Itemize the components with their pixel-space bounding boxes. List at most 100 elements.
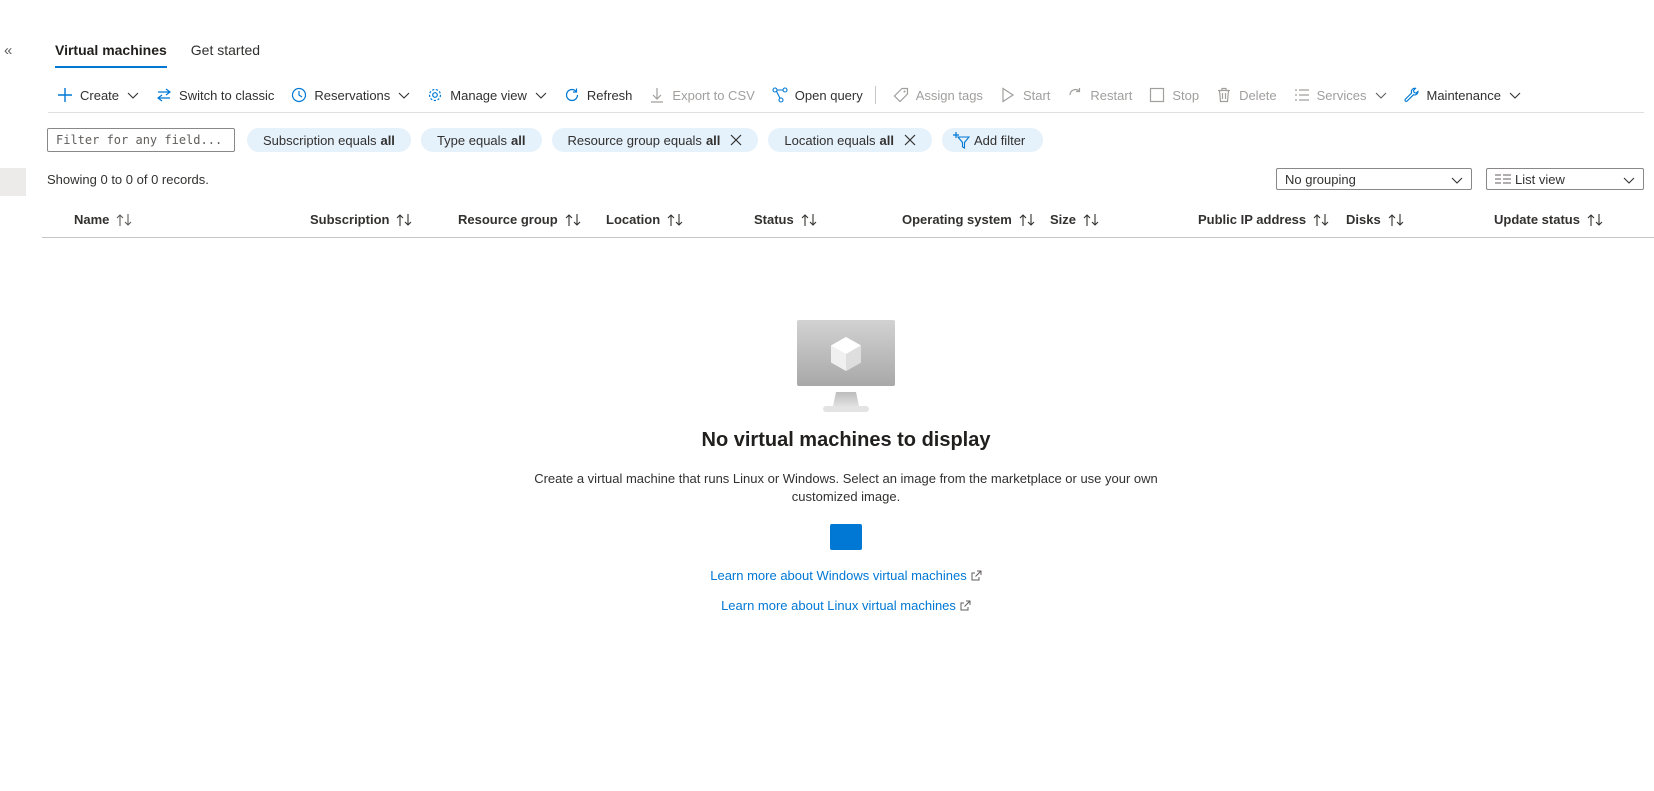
chevron-down-icon: [1509, 92, 1521, 99]
stop-label: Stop: [1172, 87, 1200, 103]
create-vm-button[interactable]: [830, 524, 862, 550]
sort-icon: [1019, 213, 1035, 226]
manage-view-label: Manage view: [450, 87, 527, 103]
filter-pill-value: all: [879, 132, 894, 148]
export-csv-button[interactable]: Export to CSV: [640, 80, 762, 110]
restart-button[interactable]: Restart: [1058, 80, 1140, 110]
filter-pill-label: Subscription equals: [263, 132, 377, 148]
restart-label: Restart: [1090, 87, 1133, 103]
close-icon[interactable]: [730, 134, 742, 146]
add-filter-label: Add filter: [973, 132, 1026, 148]
export-csv-label: Export to CSV: [672, 87, 755, 103]
stop-button[interactable]: Stop: [1140, 80, 1207, 110]
list-icon: [1293, 86, 1311, 104]
sort-icon: [117, 213, 132, 226]
close-icon[interactable]: [904, 134, 916, 146]
grouping-value: No grouping: [1285, 171, 1356, 187]
filter-pill-value: all: [380, 132, 395, 148]
filter-pill-subscription[interactable]: Subscription equals all: [247, 128, 411, 152]
filter-pill-type[interactable]: Type equals all: [420, 128, 542, 152]
sort-icon: [667, 213, 683, 226]
column-header-update-status[interactable]: Update status: [1494, 212, 1603, 227]
filter-pill-label: Type equals: [436, 132, 508, 148]
tab-virtual-machines[interactable]: Virtual machines: [55, 38, 167, 68]
virtual-machine-monitor-icon: [797, 320, 895, 412]
toolbar-divider: [874, 86, 876, 104]
list-view-icon: [1495, 174, 1511, 184]
empty-state-description: Create a virtual machine that runs Linux…: [534, 471, 1158, 504]
column-header-name[interactable]: Name: [74, 212, 132, 227]
view-mode-dropdown[interactable]: List view: [1486, 168, 1644, 190]
column-label: Name: [74, 212, 110, 227]
filter-input[interactable]: [47, 128, 235, 152]
filter-pill-resource-group[interactable]: Resource group equals all: [551, 128, 759, 152]
column-header-subscription[interactable]: Subscription: [310, 212, 412, 227]
restart-icon: [1066, 86, 1084, 104]
column-header-status[interactable]: Status: [754, 212, 817, 227]
column-label: Update status: [1494, 212, 1580, 227]
sort-icon: [565, 213, 581, 226]
column-label: Location: [606, 212, 661, 227]
column-header-public-ip[interactable]: Public IP address: [1198, 212, 1329, 227]
start-label: Start: [1022, 87, 1051, 103]
column-header-operating-system[interactable]: Operating system: [902, 212, 1035, 227]
column-label: Size: [1050, 212, 1077, 227]
stop-icon: [1148, 86, 1166, 104]
chevron-down-icon: [127, 92, 139, 99]
link-label: Learn more about Windows virtual machine…: [710, 568, 967, 583]
add-filter-button[interactable]: Add filter: [941, 128, 1044, 152]
filter-pill-value: all: [705, 132, 721, 148]
chevron-down-icon: [1451, 177, 1463, 184]
add-filter-icon: [952, 132, 970, 149]
filter-bar: Subscription equalsall Type equalsall Re…: [47, 128, 1044, 152]
column-label: Public IP address: [1198, 212, 1307, 227]
create-button[interactable]: Create: [48, 80, 147, 110]
open-query-button[interactable]: Open query: [763, 80, 871, 110]
column-header-size[interactable]: Size: [1050, 212, 1099, 227]
start-button[interactable]: Start: [991, 80, 1058, 110]
delete-button[interactable]: Delete: [1207, 80, 1285, 110]
switch-to-classic-label: Switch to classic: [179, 87, 275, 103]
filter-pill-value: all: [511, 132, 526, 148]
empty-state: No virtual machines to display Create a …: [0, 320, 1654, 615]
column-header-resource-group[interactable]: Resource group: [458, 212, 581, 227]
delete-label: Delete: [1239, 87, 1277, 103]
sort-icon: [1388, 213, 1404, 226]
assign-tags-button[interactable]: Assign tags: [884, 80, 991, 110]
trash-icon: [1215, 86, 1233, 104]
table-header: Name Subscription Resource group Locatio…: [42, 204, 1654, 238]
sort-icon: [1587, 213, 1603, 226]
clock-icon: [290, 86, 308, 104]
maintenance-button[interactable]: Maintenance: [1395, 80, 1529, 110]
manage-view-button[interactable]: Manage view: [418, 80, 555, 110]
download-icon: [648, 86, 666, 104]
services-label: Services: [1316, 87, 1367, 103]
column-label: Resource group: [458, 212, 558, 227]
services-button[interactable]: Services: [1285, 80, 1395, 110]
reservations-button[interactable]: Reservations: [282, 80, 418, 110]
switch-to-classic-button[interactable]: Switch to classic: [147, 80, 282, 110]
column-label: Status: [754, 212, 794, 227]
refresh-icon: [563, 86, 581, 104]
learn-more-linux-link[interactable]: Learn more about Linux virtual machines: [721, 598, 971, 613]
view-mode-value: List view: [1515, 171, 1565, 187]
learn-more-windows-link[interactable]: Learn more about Windows virtual machine…: [710, 568, 982, 583]
collapse-sidebar-icon[interactable]: «: [4, 43, 20, 58]
tab-get-started[interactable]: Get started: [191, 38, 260, 68]
column-header-location[interactable]: Location: [606, 212, 683, 227]
filter-pill-location[interactable]: Location equals all: [768, 128, 932, 152]
external-link-icon: [971, 570, 982, 581]
filter-pill-label: Resource group equals: [567, 132, 702, 148]
wrench-icon: [1403, 86, 1421, 104]
grouping-dropdown[interactable]: No grouping: [1276, 168, 1472, 190]
sidebar-strip: [0, 168, 26, 196]
column-header-disks[interactable]: Disks: [1346, 212, 1404, 227]
refresh-button[interactable]: Refresh: [555, 80, 641, 110]
gear-icon: [426, 86, 444, 104]
refresh-label: Refresh: [586, 87, 633, 103]
assign-tags-label: Assign tags: [915, 87, 983, 103]
chevron-down-icon: [1623, 177, 1635, 184]
switch-arrows-icon: [155, 86, 173, 104]
empty-state-title: No virtual machines to display: [701, 429, 991, 451]
open-query-label: Open query: [794, 87, 863, 103]
